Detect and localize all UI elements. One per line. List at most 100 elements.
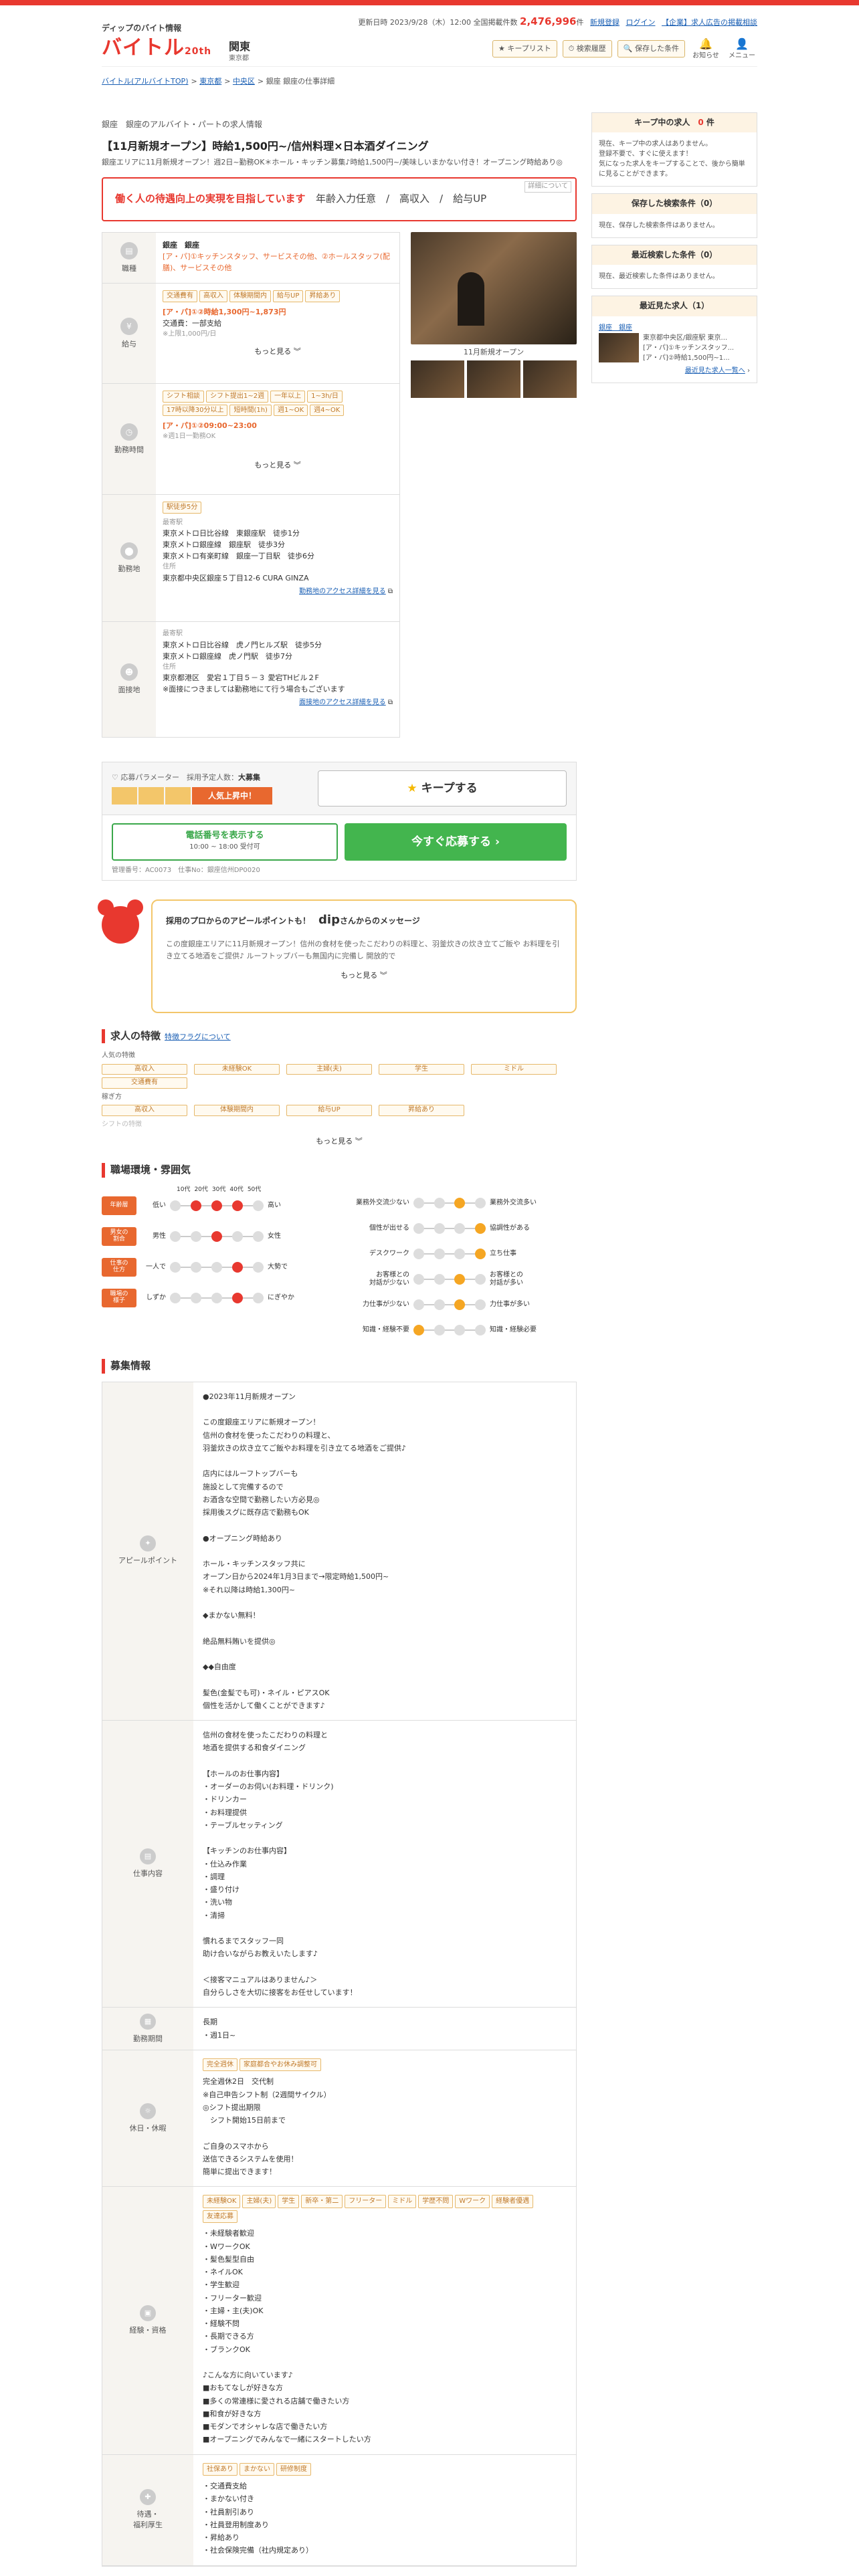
env-dot xyxy=(211,1200,222,1212)
section-icon: ✚ xyxy=(140,2489,156,2506)
crumb-current: 銀座の仕事詳細 xyxy=(283,77,335,86)
pay-more-link[interactable]: もっと見る ︾ xyxy=(163,346,393,357)
recruit-table: ✦ アピールポイント ●2023年11月新規オープン この度銀座エリアに新規オープン… xyxy=(102,1381,577,2567)
show-phone-button[interactable]: 電話番号を表示する 10:00 ~ 18:00 受付可 xyxy=(112,823,338,861)
recent-list-link[interactable]: 最近見た求人一覧へ xyxy=(685,367,745,374)
job-lead: 銀座エリアに11月新規オープン！週2日~勤務OK＊ホール・キッチン募集♪時給1,… xyxy=(102,157,563,167)
job-category: 銀座 銀座のアルバイト・パートの求人情報 xyxy=(102,120,262,129)
company-link[interactable]: 【企業】求人広告の掲載相談 xyxy=(662,18,757,27)
logo-badge: 20th xyxy=(185,46,212,57)
menu-button[interactable]: 👤 メニュー xyxy=(727,36,757,62)
env-row: 個性が出せる 協調性がある xyxy=(349,1216,577,1241)
main-content: 銀座 銀座のアルバイト・パートの求人情報 【11月新規オープン】時給1,500円… xyxy=(98,119,577,2567)
condition-tag: 社保あり xyxy=(203,2462,237,2476)
env-dot xyxy=(434,1299,445,1311)
env-dot xyxy=(170,1262,181,1273)
env-dot xyxy=(413,1249,424,1260)
management-number: 管理番号：AC0073 仕事No：銀座信州DP0020 xyxy=(112,867,260,875)
condition-tag: Wワーク xyxy=(455,2195,490,2208)
interview-access-link[interactable]: 面接地のアクセス詳細を見る xyxy=(299,699,386,706)
env-dot xyxy=(211,1231,222,1243)
saved-conditions-button[interactable]: 🔍 保存した条件 xyxy=(617,39,685,58)
env-row: 男女の 割合 男性 女性 xyxy=(102,1221,329,1252)
env-dot xyxy=(454,1325,466,1336)
condition-tag: 経験者優遇 xyxy=(492,2195,534,2208)
signup-link[interactable]: 新規登録 xyxy=(590,18,619,27)
environment-chart: 年齢層 低い 高い 男女の 割合 男性 女性 仕事の 仕方 一人で 大勢で 職場の 様子 しずか にぎ… xyxy=(102,1190,577,1343)
keep-box: キープ中の求人 0 件 現在、キープ中の求人はありません。 登録不要で、すぐに使… xyxy=(591,112,757,187)
env-badge: 男女の 割合 xyxy=(102,1227,136,1247)
env-dot xyxy=(454,1299,466,1311)
recruit-row: ✦ アピールポイント ●2023年11月新規オープン この度銀座エリアに新規オープン… xyxy=(102,1382,576,1721)
recent-job-area[interactable]: 銀座 銀座 xyxy=(599,324,632,332)
recruit-row: ▤ 仕事内容 信州の食材を使ったこだわりの料理と 地酒を提供する和食ダイニング 【ホ… xyxy=(102,1721,576,2008)
photo-thumb[interactable] xyxy=(523,360,577,399)
keep-list-button[interactable]: ★ キープリスト xyxy=(492,39,557,58)
briefcase-icon: ▤ xyxy=(120,241,138,259)
env-dot xyxy=(413,1274,424,1285)
star-icon: ★ xyxy=(407,782,417,796)
condition-tag: ミドル xyxy=(388,2195,417,2208)
location-access-link[interactable]: 勤務地のアクセス詳細を見る xyxy=(299,588,386,595)
region-selector[interactable]: 関東 東京都 xyxy=(229,39,250,64)
total-count: 2,476,996 xyxy=(520,15,577,27)
section-icon: ▣ xyxy=(140,2304,156,2321)
main-photo[interactable] xyxy=(411,232,577,345)
env-badge: 年齢層 xyxy=(102,1196,136,1216)
pin-icon: ⬤ xyxy=(120,542,138,560)
banner-detail-link[interactable]: 詳細について xyxy=(524,181,571,193)
keep-button[interactable]: ★ キープする xyxy=(318,770,567,807)
job-title: 【11月新規オープン】時給1,500円~/信州料理×日本酒ダイニング xyxy=(102,140,429,153)
notifications-button[interactable]: 🔔 お知らせ xyxy=(690,36,721,62)
condition-tag: フリーター xyxy=(345,2195,387,2208)
recruit-row: ☼ 休日・休暇 完全週休 家庭都合やお休み調整可 完全週休2日 交代制 ※自己申告シフト… xyxy=(102,2050,576,2187)
action-area: 電話番号を表示する 10:00 ~ 18:00 受付可 今すぐ応募する › 管理番… xyxy=(102,815,577,881)
section-icon: ✦ xyxy=(140,1535,156,1552)
env-dot xyxy=(413,1198,424,1209)
login-link[interactable]: ログイン xyxy=(626,18,656,27)
features-more-link[interactable]: もっと見る ︾ xyxy=(102,1136,577,1147)
site-logo[interactable]: バイトル20th xyxy=(102,33,211,63)
env-dot xyxy=(211,1262,222,1273)
region-sub: 東京都 xyxy=(229,55,249,63)
env-row: 年齢層 低い 高い xyxy=(102,1190,329,1221)
person-icon: ☻ xyxy=(120,663,138,681)
features-heading: 求人の特徴 特徴フラグについて xyxy=(102,1029,577,1044)
env-dot xyxy=(170,1200,181,1212)
photo-thumb[interactable] xyxy=(467,360,520,399)
apply-button[interactable]: 今すぐ応募する › xyxy=(345,823,567,861)
condition-tag: まかない xyxy=(240,2462,274,2476)
recent-job-item[interactable]: 東京都中央区/銀座駅 東京... [ア・パ]①キッチンスタッフ... [ア・パ]… xyxy=(599,332,750,363)
env-dot xyxy=(232,1262,243,1273)
env-dot xyxy=(454,1223,466,1235)
search-history-button[interactable]: ⏱ 検索履歴 xyxy=(562,39,612,58)
recruit-heading: 募集情報 xyxy=(102,1359,577,1374)
feature-flag-link[interactable]: 特徴フラグについて xyxy=(165,1033,231,1041)
crumb-chuo[interactable]: 中央区 xyxy=(233,77,255,86)
env-dot xyxy=(191,1293,201,1304)
env-row: デスクワーク 立ち仕事 xyxy=(349,1241,577,1267)
env-dot xyxy=(474,1223,486,1235)
env-dot xyxy=(253,1262,264,1273)
page: ディップのバイト情報 バイトル20th 関東 東京都 更新日時 2023/9/28… xyxy=(98,5,757,2567)
crumb-top[interactable]: バイトル(アルバイトTOP) xyxy=(102,77,188,86)
time-more-link[interactable]: もっと見る ︾ xyxy=(163,459,393,471)
section-icon: ☼ xyxy=(140,2103,156,2119)
env-row: 業務外交流少ない 業務外交流多い xyxy=(349,1190,577,1216)
env-dot xyxy=(454,1198,466,1209)
message-more-link[interactable]: もっと見る ︾ xyxy=(166,970,562,981)
crumb-tokyo[interactable]: 東京都 xyxy=(199,77,221,86)
recent-search-box: 最近検索した条件（0） 現在、最近検索した条件はありません。 xyxy=(591,244,757,290)
section-icon: ▤ xyxy=(140,1848,156,1865)
env-badge: 職場の 様子 xyxy=(102,1289,136,1308)
env-row: 職場の 様子 しずか にぎやか xyxy=(102,1283,329,1313)
env-dot xyxy=(191,1231,201,1243)
header-info: 更新日時 2023/9/28（木）12:00 全国掲載件数 2,476,996件… xyxy=(358,15,757,27)
environment-heading: 職場環境・雰囲気 xyxy=(102,1163,577,1178)
photo-thumb[interactable] xyxy=(411,360,464,399)
condition-tag: 学生 xyxy=(278,2195,300,2208)
condition-tag: 学歴不問 xyxy=(418,2195,454,2208)
env-dot xyxy=(474,1198,486,1209)
user-icon: 👤 xyxy=(735,37,749,50)
env-row: 知識・経験不要 知識・経験必要 xyxy=(349,1317,577,1343)
